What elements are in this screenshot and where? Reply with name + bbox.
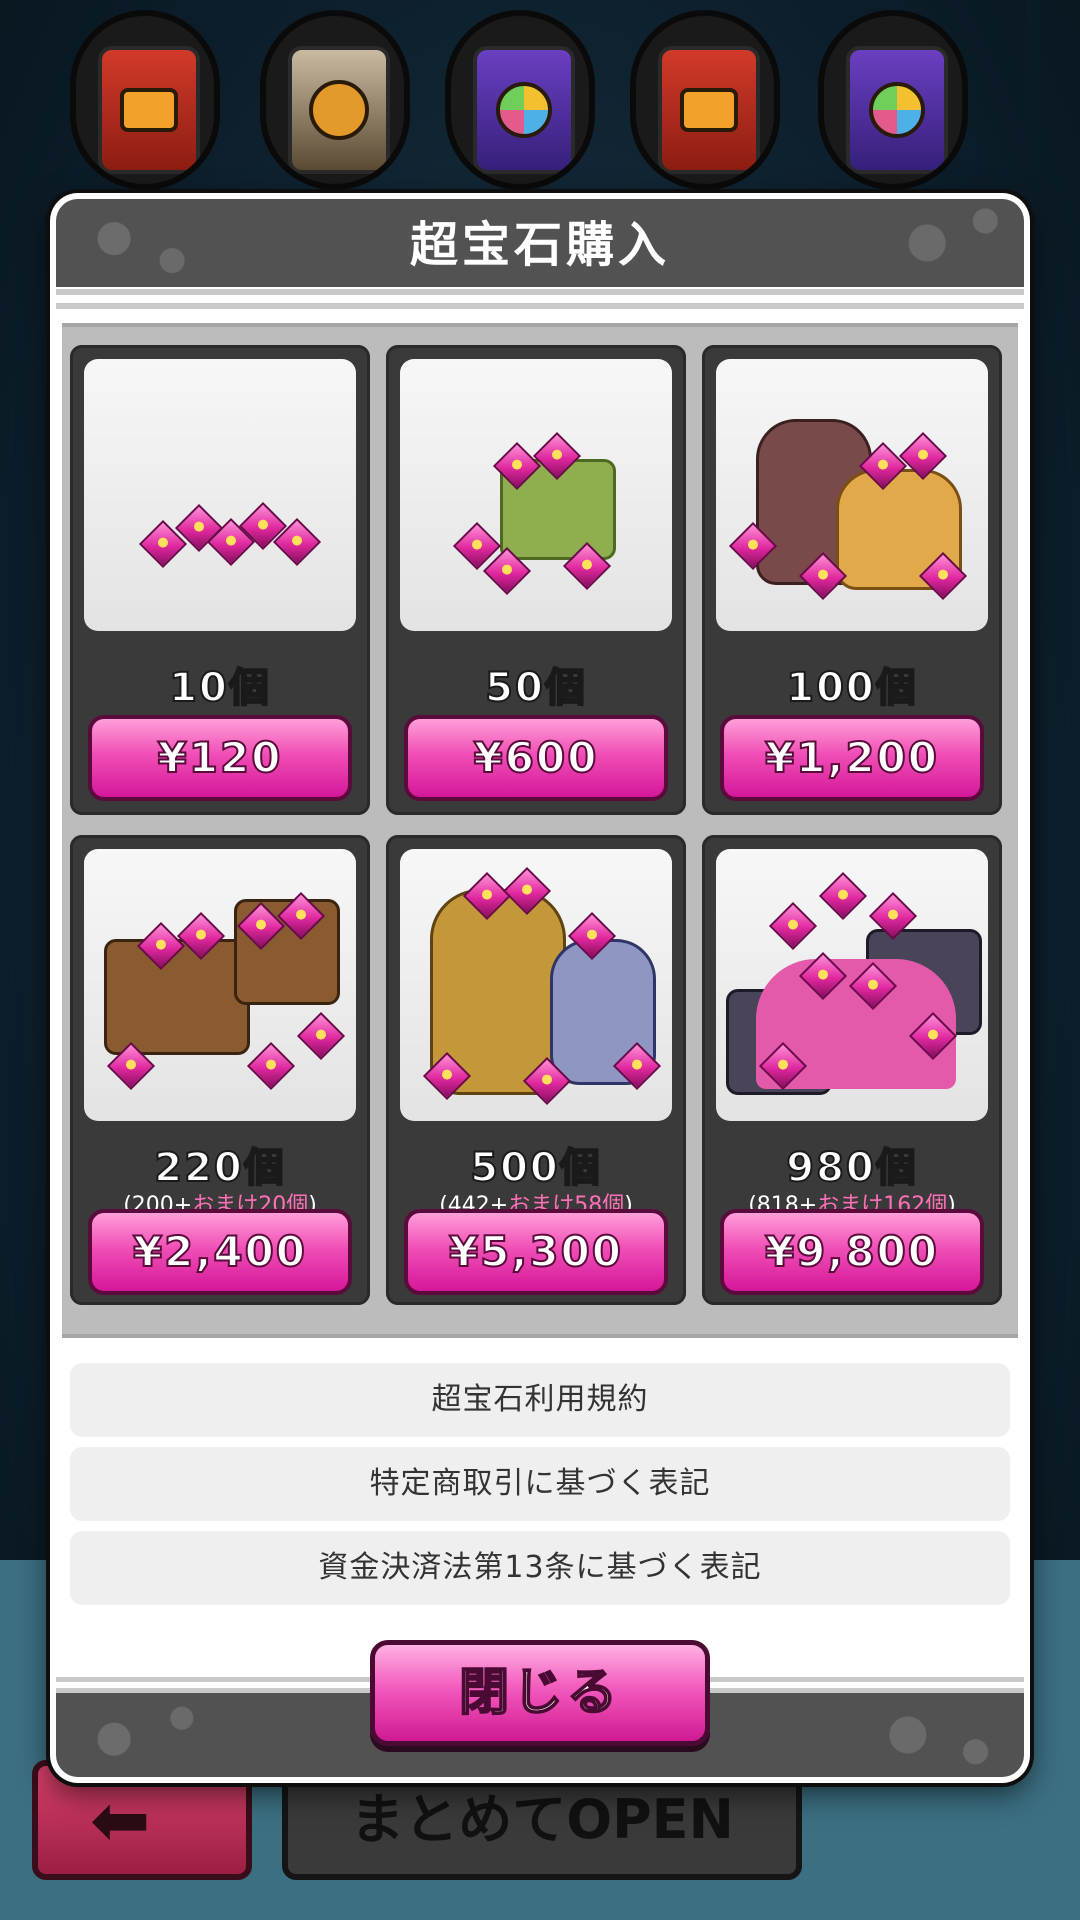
medal-icon [309, 80, 369, 140]
product-quantity: 500個 [469, 1144, 602, 1192]
price-button[interactable]: ¥2,400 [88, 1209, 352, 1295]
purchase-modal: 超宝石購入 10個 ¥120 50個 ¥600 100個 ¥1,200 220個… [50, 193, 1030, 1783]
modal-title: 超宝石購入 [409, 217, 670, 273]
product-image [84, 359, 356, 631]
product-quantity: 100個 [785, 664, 918, 712]
product-card[interactable]: 10個 ¥120 [70, 345, 370, 815]
product-quantity: 220個 [153, 1144, 286, 1192]
price-button[interactable]: ¥600 [404, 715, 668, 801]
product-quantity: 50個 [484, 664, 587, 712]
product-card[interactable]: 980個 (818+おまけ162個) ¥9,800 [702, 835, 1002, 1305]
modal-header: 超宝石購入 [56, 199, 1024, 287]
left-arrow-icon: ⬅ [90, 1778, 151, 1862]
terms-link[interactable]: 超宝石利用規約 [70, 1363, 1010, 1437]
capsule-red [630, 10, 780, 190]
capsule-purple [445, 10, 595, 190]
product-quantity: 10個 [168, 664, 271, 712]
pinwheel-icon [496, 82, 552, 138]
product-card[interactable]: 50個 ¥600 [386, 345, 686, 815]
capsule-gold [260, 10, 410, 190]
payment-services-act-link[interactable]: 資金決済法第13条に基づく表記 [70, 1531, 1010, 1605]
product-image [400, 359, 672, 631]
product-image [716, 359, 988, 631]
price-button[interactable]: ¥9,800 [720, 1209, 984, 1295]
product-image [716, 849, 988, 1121]
close-button[interactable]: 閉じる [370, 1640, 710, 1746]
product-quantity: 980個 [785, 1144, 918, 1192]
briefcase-icon [680, 88, 738, 132]
product-card[interactable]: 500個 (442+おまけ58個) ¥5,300 [386, 835, 686, 1305]
pinwheel-icon [869, 82, 925, 138]
product-image [84, 849, 356, 1121]
commercial-transactions-link[interactable]: 特定商取引に基づく表記 [70, 1447, 1010, 1521]
capsule-purple [818, 10, 968, 190]
capsule-row [70, 10, 970, 190]
divider [56, 289, 1024, 309]
capsule-red [70, 10, 220, 190]
product-grid: 10個 ¥120 50個 ¥600 100個 ¥1,200 220個 (200+… [62, 323, 1018, 1338]
product-card[interactable]: 100個 ¥1,200 [702, 345, 1002, 815]
product-card[interactable]: 220個 (200+おまけ20個) ¥2,400 [70, 835, 370, 1305]
price-button[interactable]: ¥5,300 [404, 1209, 668, 1295]
price-button[interactable]: ¥120 [88, 715, 352, 801]
product-image [400, 849, 672, 1121]
price-button[interactable]: ¥1,200 [720, 715, 984, 801]
briefcase-icon [120, 88, 178, 132]
